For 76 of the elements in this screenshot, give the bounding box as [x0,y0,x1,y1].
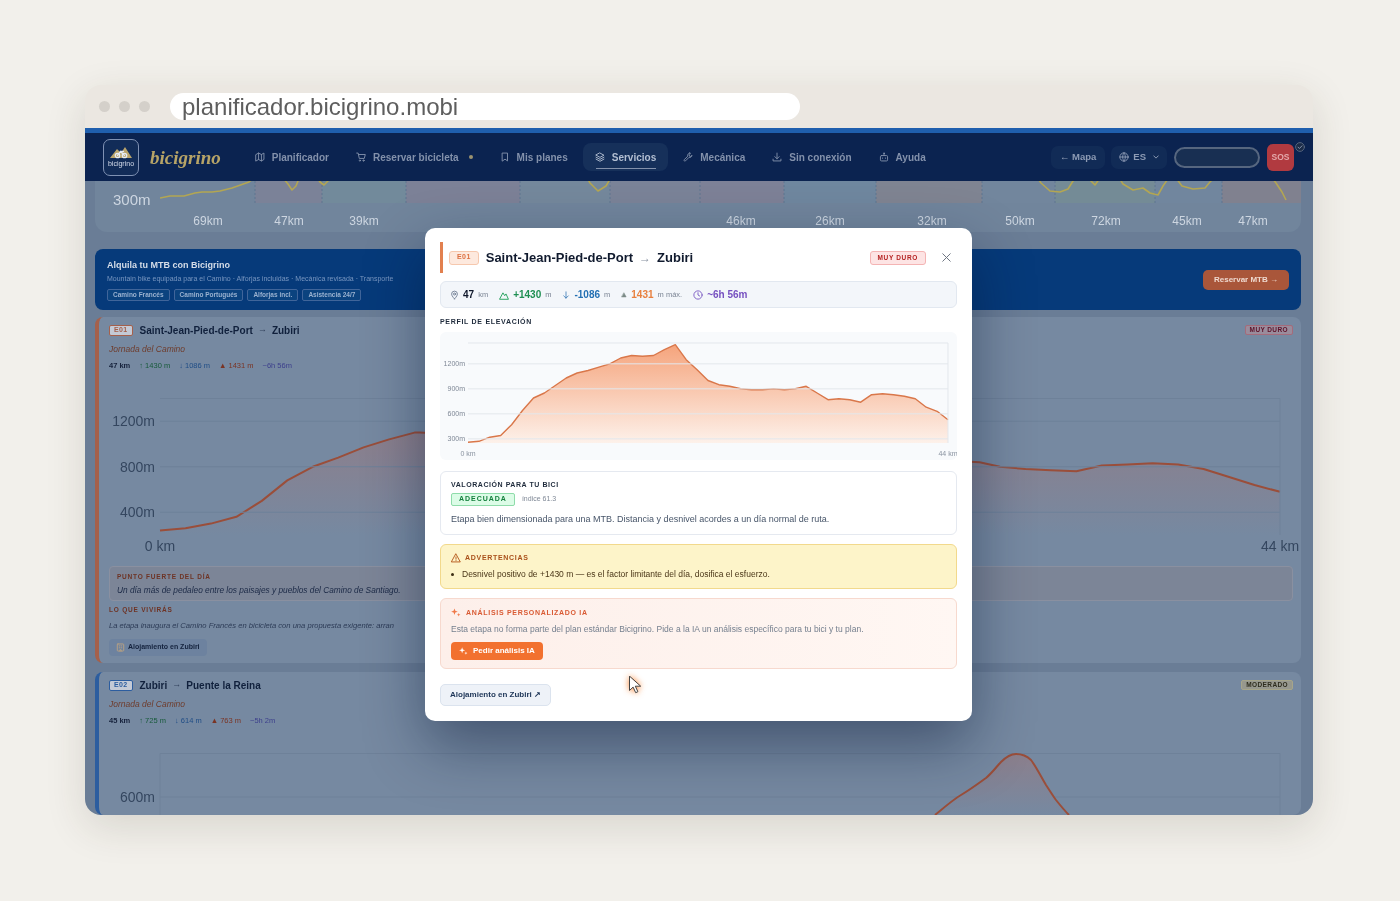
axis-label: 1200m [112,413,155,430]
stat-value: +1430 [513,289,542,300]
distance-label: 39km [349,214,379,228]
language-button[interactable]: ES [1111,145,1167,169]
stage-destination: Puente la Reina [186,678,261,693]
nav-tab[interactable]: Planificador [242,143,341,171]
distance-label: 32km [917,214,947,228]
stage-origin: Saint-Jean-Pied-de-Port [485,248,634,267]
distance-label: 26km [815,214,845,228]
axis-label: 44 km [1260,538,1300,554]
axis-label: 400m [119,504,155,521]
warning-text: Desnivel positivo de +1430 m — es el factor limitante del día, dosifica el esfuerzo. [462,568,770,580]
ai-analysis-text: Esta etapa no forma parte del plan estándar Bicigrino. Pide a la IA un análisis específico para tu bici y tu plan. [451,623,865,635]
route-arrow: → [639,249,652,267]
close-icon[interactable] [942,253,951,262]
globe-icon [1119,152,1130,162]
location-pin-icon [450,289,459,300]
stage-destination: Zubiri [271,323,300,338]
route-arrow: → [257,323,267,337]
hotel-icon [116,643,125,652]
stat-value: 1431 [631,289,654,300]
warning-icon [451,553,461,563]
nav-tab[interactable]: Sin conexión [760,143,864,171]
bookmark-icon [499,152,510,162]
nav-tab[interactable]: Ayuda [866,143,938,171]
map-icon [254,152,265,162]
distance-label: 47km [274,214,304,228]
brand-wordmark: bicigrino [150,147,221,167]
distance-label: 72km [1091,214,1121,228]
lodging-button[interactable]: Alojamiento en Zubiri ↗ [440,684,551,706]
stage-destination: Zubiri [657,248,694,267]
stage-origin: Saint-Jean-Pied-de-Port [139,323,253,338]
highlight-text: Un día más de pedaleo entre los paisajes y pueblos del Camino de Santiago. [117,585,401,596]
download-icon [772,152,783,162]
distance-label: 45km [1172,214,1202,228]
stat-value: ~6h 56m [707,289,748,300]
axis-label: 300m [113,191,151,208]
cart-icon [356,152,366,162]
check-badge-icon [1295,141,1305,152]
distance-label: 47km [1238,214,1268,228]
rounded-field[interactable] [1174,146,1260,168]
nav-tab[interactable]: Mis planes [487,143,580,171]
stage-origin: Zubiri [139,678,168,693]
stat-value: 47 [463,289,475,300]
distance-label: 69km [193,214,223,228]
route-arrow: → [172,678,182,692]
address-field[interactable]: planificador.bicigrino.mobi [170,93,800,120]
layers-icon [594,152,605,162]
ai-analysis-button[interactable]: Pedir análisis IA [451,642,543,660]
arrow-down-icon [562,289,571,300]
sparkle-icon [451,608,461,618]
chevron-down-icon [1153,155,1159,159]
mountain-icon [499,289,510,300]
wrench-icon [683,152,694,162]
rating-text: Etapa bien dimensionada para una MTB. Distancia y desnivel acordes a un día normal de ruta. [451,513,831,525]
axis-label: 800m [119,458,155,475]
mouse-pointer-icon [628,675,642,694]
axis-label: 0 km [144,538,176,554]
reserve-button[interactable]: Reservar MTB → [1202,269,1289,290]
stage-subtitle: Jornada del Camino [109,344,186,354]
map-button[interactable]: ← Mapa [1050,145,1106,169]
mountain-bicycle-logo-icon [110,146,132,159]
bullet-icon [451,572,454,576]
distance-label: 50km [1005,214,1035,228]
nav-tab[interactable]: Reservar bicicleta [344,143,485,171]
distance-label: 46km [726,214,756,228]
nav-tab[interactable]: Servicios [582,143,669,171]
stage-subtitle: Jornada del Camino [109,699,186,709]
triangle-icon [621,291,628,298]
axis-label: 600m [119,789,155,805]
sparkle-icon [459,646,468,656]
banner-title: Alquila tu MTB con Bicigrino [107,259,230,271]
stat-value: -1086 [574,289,601,300]
clock-icon [693,289,704,300]
robot-icon [878,152,889,162]
nav-tab[interactable]: Mecánica [671,143,758,171]
